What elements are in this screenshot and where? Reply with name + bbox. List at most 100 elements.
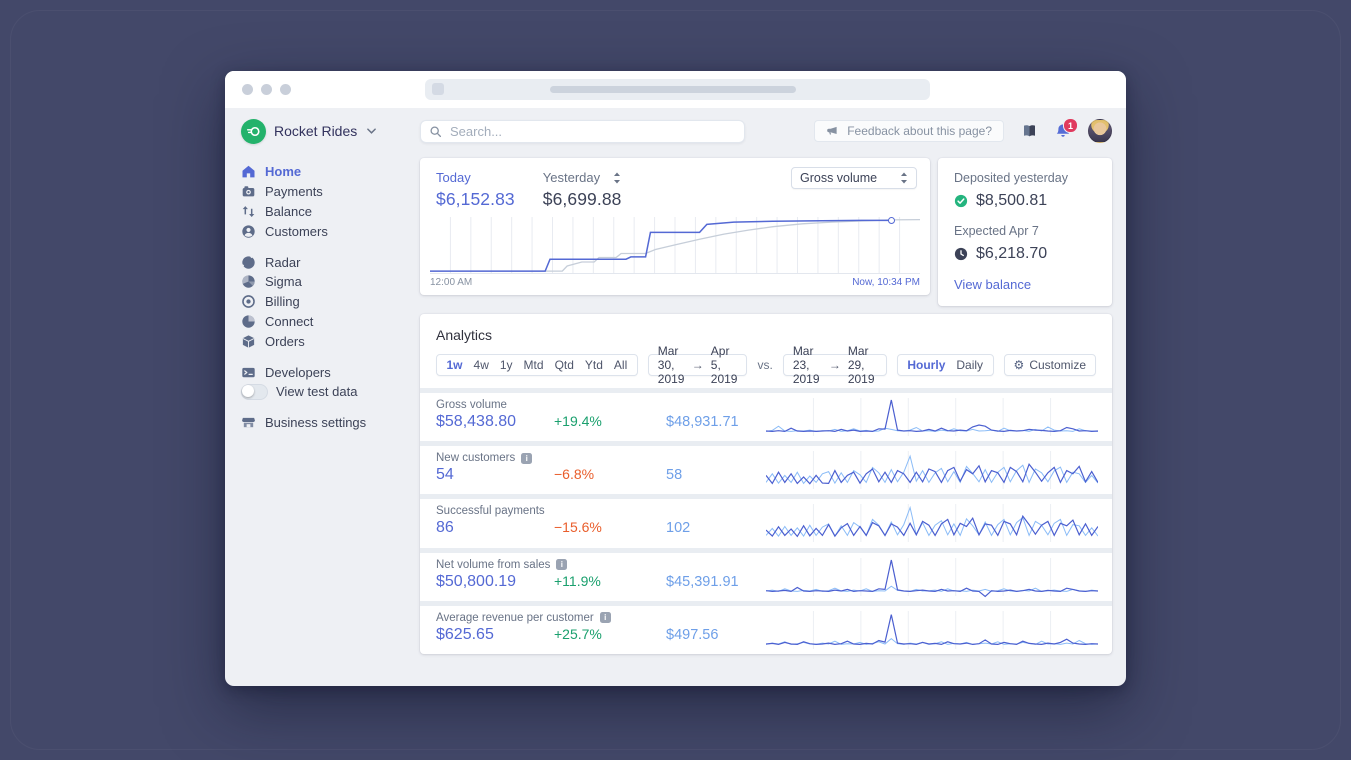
- account-switcher[interactable]: Rocket Rides: [241, 118, 420, 144]
- range-tab-qtd[interactable]: Qtd: [549, 358, 579, 372]
- range-tab-ytd[interactable]: Ytd: [579, 358, 608, 372]
- sidebar-item-home[interactable]: Home: [241, 162, 420, 182]
- x-axis-now: Now, 10:34 PM: [852, 277, 920, 288]
- select-stepper-icon: [900, 172, 908, 184]
- sidebar-item-balance[interactable]: Balance: [241, 202, 420, 222]
- sidebar-nav: Home Payments Balance Customers Radar Sigma Bi…: [225, 158, 420, 654]
- main-content: Today $6,152.83 Yesterday $6,699.88 Gros…: [420, 158, 1112, 654]
- metric-select-value: Gross volume: [800, 171, 878, 185]
- metric-row-net-volume-from-sales[interactable]: Net volume from sales i $50,800.19 +11.9%…: [420, 547, 1112, 601]
- range-tab-1y[interactable]: 1y: [494, 358, 518, 372]
- granularity-tab-hourly[interactable]: Hourly: [902, 358, 951, 372]
- sidebar-item-label: Home: [265, 164, 302, 180]
- sidebar-item-billing[interactable]: Billing: [241, 292, 420, 312]
- compare-stepper-icon[interactable]: [613, 172, 621, 184]
- sidebar-item-business-settings[interactable]: Business settings: [241, 413, 420, 433]
- expected-value: $6,218.70: [976, 245, 1048, 262]
- sidebar-item-payments[interactable]: Payments: [241, 182, 420, 202]
- analytics-title: Analytics: [436, 327, 493, 343]
- sidebar-item-connect[interactable]: Connect: [241, 312, 420, 332]
- sidebar-item-developers[interactable]: Developers: [241, 362, 420, 382]
- sidebar-item-radar[interactable]: Radar: [241, 252, 420, 272]
- payments-icon: [241, 184, 256, 199]
- view-balance-link[interactable]: View balance: [954, 277, 1096, 292]
- feedback-label: Feedback about this page?: [847, 124, 992, 138]
- account-name: Rocket Rides: [274, 123, 358, 139]
- range-tab-all[interactable]: All: [608, 358, 632, 372]
- sidebar-item-customers[interactable]: Customers: [241, 221, 420, 241]
- user-avatar[interactable]: [1088, 119, 1112, 143]
- x-axis-start: 12:00 AM: [430, 277, 473, 288]
- search-input[interactable]: [448, 122, 736, 140]
- metric-sparkline: [766, 553, 1098, 601]
- deposited-label: Deposited yesterday: [954, 171, 1068, 185]
- yesterday-metric: Yesterday $6,699.88: [543, 170, 622, 210]
- granularity-tab-daily[interactable]: Daily: [951, 358, 989, 372]
- window-zoom-button[interactable]: [280, 84, 291, 95]
- window-close-button[interactable]: [242, 84, 253, 95]
- toggle-knob: [242, 384, 254, 397]
- balance-card: Deposited yesterday $8,500.81 Expected A…: [938, 158, 1112, 306]
- sidebar-item-label: Balance: [265, 203, 312, 219]
- customize-button[interactable]: ⚙ Customize: [1003, 354, 1096, 376]
- gear-icon: ⚙: [1013, 358, 1025, 372]
- arrow-right-icon: →: [691, 358, 704, 372]
- range-tab-mtd[interactable]: Mtd: [518, 358, 549, 372]
- sidebar-item-view-test-data[interactable]: View test data: [241, 382, 420, 402]
- traffic-lights: [242, 84, 291, 95]
- search-box[interactable]: [420, 119, 745, 143]
- window-minimize-button[interactable]: [261, 84, 272, 95]
- metric-current-value: $625.65: [436, 625, 494, 643]
- gross-volume-chart: [430, 217, 920, 274]
- metric-row-new-customers[interactable]: New customers i 54 −6.8% 58: [420, 441, 1112, 494]
- date-range-picker[interactable]: Mar 30, 2019 → Apr 5, 2019: [647, 344, 748, 386]
- info-icon[interactable]: i: [599, 612, 611, 624]
- feedback-button[interactable]: Feedback about this page?: [814, 120, 1004, 142]
- metric-select[interactable]: Gross volume: [791, 167, 917, 189]
- sidebar-item-label: Radar: [265, 254, 301, 270]
- yesterday-value: $6,699.88: [542, 189, 622, 209]
- vs-label: vs.: [757, 358, 773, 372]
- metric-row-successful-payments[interactable]: Successful payments 86 −15.6% 102: [420, 494, 1112, 547]
- search-icon: [429, 125, 442, 138]
- url-text-placeholder: [550, 86, 796, 93]
- sparkline-svg: [766, 504, 1098, 543]
- range-tabs: 1w 4w 1y Mtd Qtd Ytd All: [436, 354, 638, 376]
- megaphone-icon: [826, 125, 839, 137]
- business-icon: [241, 415, 256, 430]
- arrow-right-icon: →: [828, 358, 841, 372]
- metric-compare-value: $48,931.71: [666, 414, 739, 430]
- metric-current-value: 86: [436, 519, 454, 537]
- top-bar-actions: Feedback about this page? 1: [814, 118, 1112, 143]
- analytics-card: Analytics 1w 4w 1y Mtd Qtd Ytd All Mar 30, 201…: [420, 314, 1112, 654]
- docs-book-icon[interactable]: [1021, 123, 1038, 139]
- range-tab-1w[interactable]: 1w: [441, 358, 468, 372]
- notifications-bell-icon[interactable]: 1: [1055, 118, 1078, 139]
- yesterday-label: Yesterday: [542, 170, 601, 185]
- today-label: Today: [436, 170, 471, 185]
- sidebar-item-label: View test data: [276, 384, 358, 400]
- customers-icon: [241, 224, 256, 239]
- overview-chart-svg: [430, 217, 920, 274]
- metric-row-gross-volume[interactable]: Gross volume $58,438.80 +19.4% $48,931.7…: [420, 388, 1112, 441]
- sidebar-item-sigma[interactable]: Sigma: [241, 272, 420, 292]
- nav-group: Radar Sigma Billing Connect Orders: [241, 252, 420, 351]
- desktop-background: Rocket Rides Feedba: [0, 0, 1351, 760]
- test-data-toggle[interactable]: [241, 383, 268, 400]
- metric-sparkline: [766, 446, 1098, 494]
- metric-text-block: Gross volume $58,438.80 +19.4% $48,931.7…: [436, 393, 766, 441]
- date-range-start: Mar 30, 2019: [657, 344, 685, 386]
- metric-sparkline: [766, 499, 1098, 547]
- range-tab-4w[interactable]: 4w: [468, 358, 494, 372]
- sidebar-item-orders[interactable]: Orders: [241, 331, 420, 351]
- metric-compare-value: $45,391.91: [666, 573, 739, 590]
- info-icon[interactable]: i: [556, 559, 568, 571]
- billing-icon: [241, 294, 256, 309]
- now-marker: [887, 217, 895, 225]
- app-layout: Home Payments Balance Customers Radar Sigma Bi…: [225, 154, 1126, 654]
- metric-row-average-revenue-per-customer[interactable]: Average revenue per customer i $625.65 +2…: [420, 600, 1112, 654]
- metric-label: Average revenue per customer i: [436, 612, 766, 624]
- address-bar[interactable]: [425, 79, 930, 100]
- compare-range-picker[interactable]: Mar 23, 2019 → Mar 29, 2019: [782, 344, 887, 386]
- info-icon[interactable]: i: [521, 452, 533, 464]
